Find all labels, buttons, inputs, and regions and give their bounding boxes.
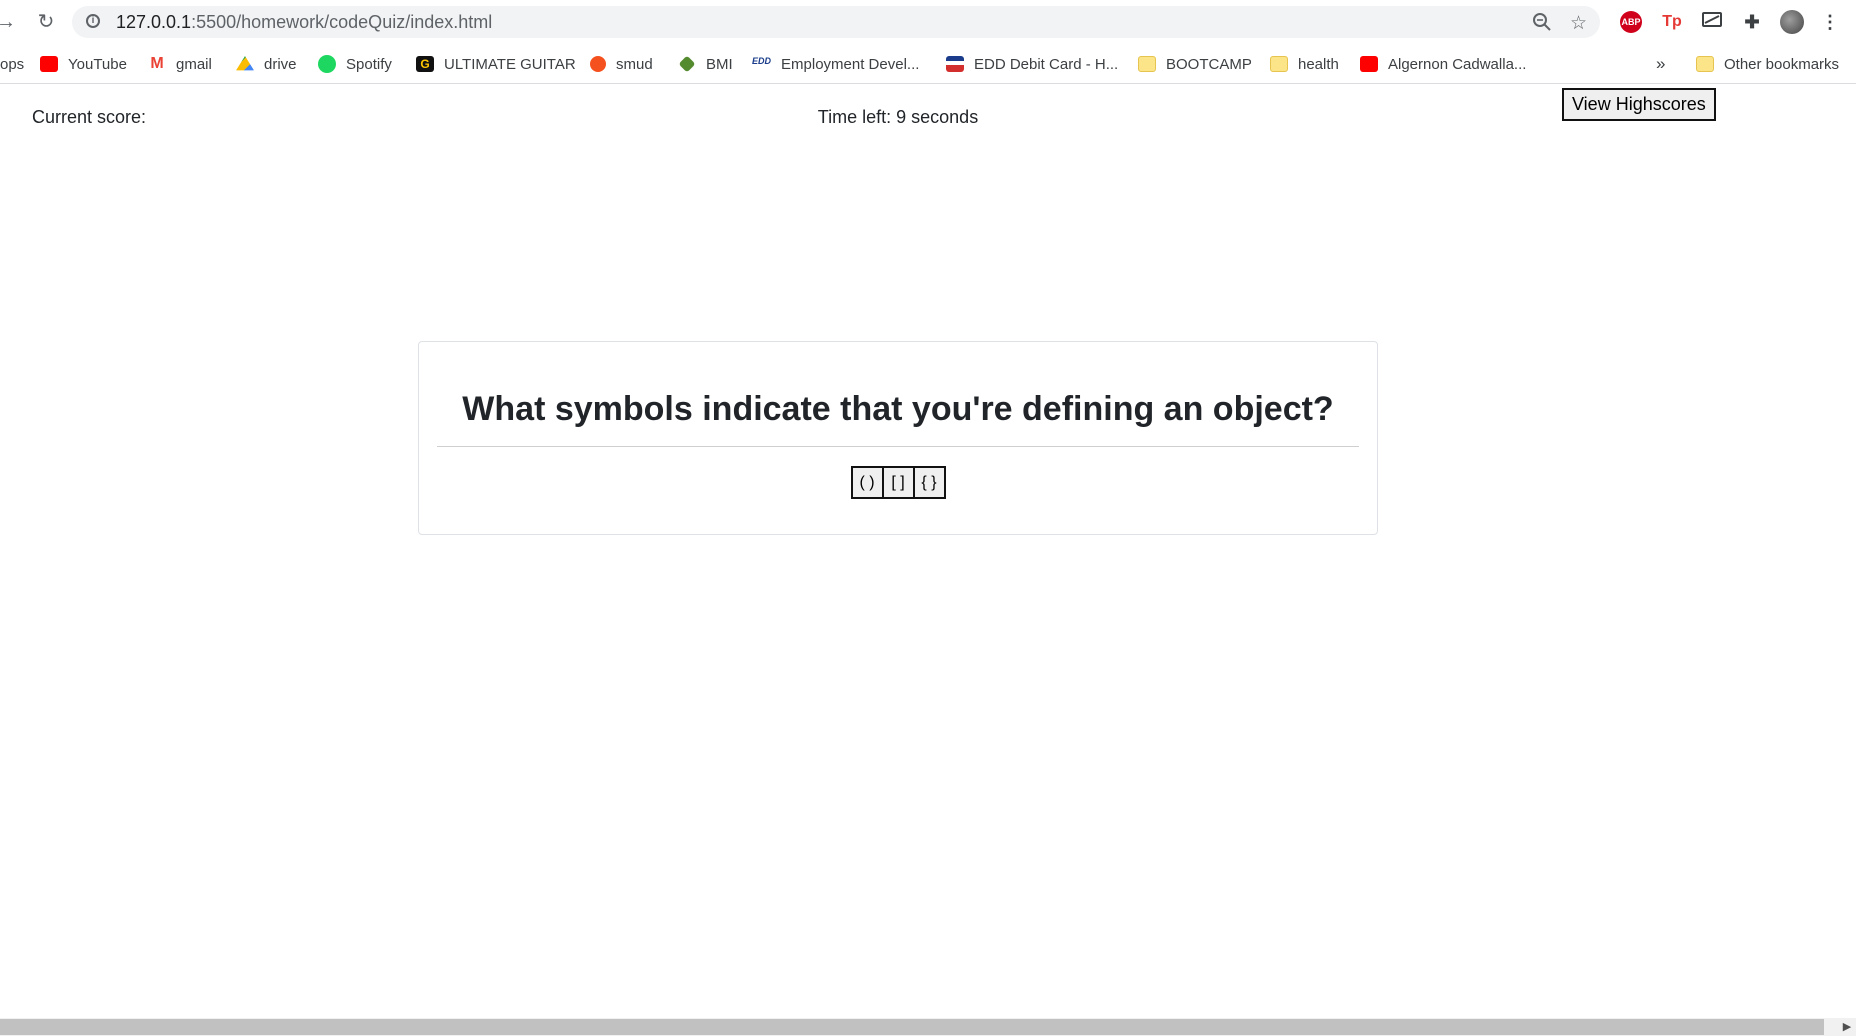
adblock-plus-icon[interactable]: ABP [1620,11,1642,33]
bmi-icon [678,55,696,73]
tp-extension-icon[interactable]: Tp [1660,11,1684,33]
bookmark-folder-bootcamp[interactable]: BOOTCAMP [1138,53,1252,75]
zoom-icon[interactable] [1532,12,1552,38]
bookmark-drive[interactable]: drive [236,53,297,75]
question-card: What symbols indicate that you're defini… [418,341,1378,535]
youtube-icon [1360,56,1378,72]
bookmarks-bar: ops YouTube Mgmail drive Spotify G ULTIMA… [0,44,1856,84]
menu-kebab-icon[interactable]: ⋮ [1820,11,1840,33]
site-info-icon[interactable]: i [86,14,100,28]
bookmark-youtube[interactable]: YouTube [40,53,127,75]
gmail-icon: M [150,55,164,72]
bookmark-edd-debit-card[interactable]: EDD Debit Card - H... [946,53,1118,75]
question-text: What symbols indicate that you're defini… [462,390,1334,428]
other-bookmarks[interactable]: Other bookmarks [1696,53,1839,75]
forward-icon[interactable]: → [0,10,18,34]
bookmark-folder-health[interactable]: health [1270,53,1339,75]
profile-avatar[interactable] [1780,10,1804,34]
spotify-icon [318,55,336,73]
browser-toolbar: → ↻ i 127.0.0.1:5500/homework/codeQuiz/i… [0,0,1856,44]
bookmark-spotify[interactable]: Spotify [318,53,392,75]
time-left-label: Time left: 9 seconds [817,107,979,127]
view-highscores-button[interactable]: View Highscores [1562,88,1716,121]
bookmark-edd[interactable]: EDD Employment Devel... [752,53,919,75]
reload-icon[interactable]: ↻ [34,10,58,34]
answer-button-braces[interactable]: { } [912,466,946,499]
flag-icon [946,56,964,72]
bookmark-smud[interactable]: smud [590,53,653,75]
scroll-right-icon[interactable]: ▶ [1840,1019,1854,1035]
answer-list: ( ) [ ] { } [419,466,1377,499]
bookmark-ultimate-guitar[interactable]: G ULTIMATE GUITAR [416,53,576,75]
bookmark-algernon[interactable]: Algernon Cadwalla... [1360,53,1526,75]
bookmark-apps[interactable]: ops [0,53,24,75]
horizontal-scrollbar[interactable]: ▶ [0,1018,1856,1036]
answer-button-parentheses[interactable]: ( ) [850,466,884,499]
drive-icon [236,56,254,71]
extensions-puzzle-icon[interactable]: ✚ [1740,11,1764,33]
ultimate-guitar-icon: G [416,56,434,72]
bookmark-star-icon[interactable]: ☆ [1570,12,1587,35]
scrollbar-thumb[interactable] [0,1019,1824,1035]
folder-icon [1270,56,1288,72]
answer-button-brackets[interactable]: [ ] [881,466,915,499]
divider [437,446,1359,447]
cast-icon[interactable] [1700,11,1724,33]
url-text[interactable]: 127.0.0.1:5500/homework/codeQuiz/index.h… [116,12,492,33]
smud-icon [590,56,606,72]
bookmarks-overflow-icon[interactable]: » [1656,53,1665,75]
folder-icon [1138,56,1156,72]
edd-icon: EDD [752,56,772,66]
address-bar[interactable]: i 127.0.0.1:5500/homework/codeQuiz/index… [72,6,1600,38]
bookmark-bmi[interactable]: BMI [678,53,733,75]
youtube-icon [40,56,58,72]
bookmark-gmail[interactable]: Mgmail [148,53,212,75]
folder-icon [1696,56,1714,72]
